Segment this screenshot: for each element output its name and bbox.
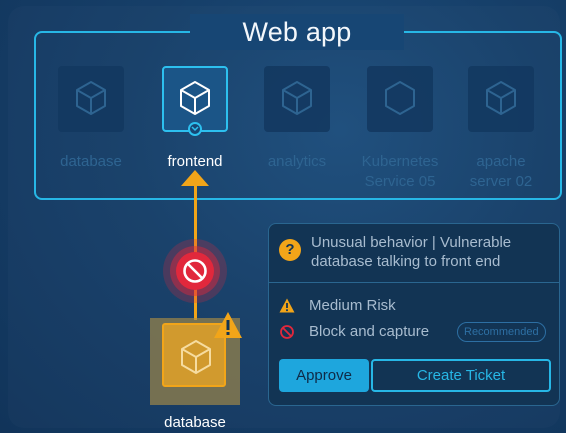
- alert-card: ? Unusual behavior | Vulnerable database…: [268, 223, 560, 406]
- chevron-down-icon: [191, 126, 199, 132]
- node-label-kubernetes: Kubernetes Service 05: [361, 153, 439, 190]
- node-database[interactable]: [58, 66, 124, 132]
- node-analytics[interactable]: [264, 66, 330, 132]
- cube-icon: [180, 81, 210, 115]
- action-label: Block and capture: [309, 323, 430, 340]
- recommended-badge: Recommended: [457, 322, 546, 342]
- cube-icon: [282, 81, 312, 115]
- approve-button[interactable]: Approve: [279, 359, 369, 392]
- expand-button[interactable]: [188, 122, 202, 136]
- source-node-label: database: [164, 414, 226, 431]
- block-icon: [280, 325, 294, 339]
- node-label-analytics: analytics: [267, 153, 327, 170]
- alert-title: Unusual behavior | Vulnerable database t…: [311, 234, 512, 270]
- block-icon: [183, 259, 207, 283]
- node-kubernetes-service-05[interactable]: [367, 66, 433, 132]
- node-label-apache: apache server 02: [469, 153, 533, 190]
- cube-icon: [181, 340, 211, 374]
- warning-icon: [279, 298, 295, 313]
- arrow-up-icon: [181, 170, 209, 186]
- cube-icon: [76, 81, 106, 115]
- cube-icon: [486, 81, 516, 115]
- create-ticket-button[interactable]: Create Ticket: [371, 359, 551, 392]
- risk-label: Medium Risk: [309, 297, 396, 314]
- warning-icon: [214, 312, 242, 338]
- question-icon: ?: [279, 239, 301, 261]
- hexagon-icon: [385, 81, 415, 115]
- group-title: Web app: [190, 14, 404, 50]
- alert-header: ? Unusual behavior | Vulnerable database…: [269, 224, 559, 283]
- node-apache-server-02[interactable]: [468, 66, 534, 132]
- node-label-database: database: [60, 153, 122, 170]
- blocked-connection-button[interactable]: [176, 252, 214, 290]
- node-label-frontend: frontend: [167, 153, 223, 170]
